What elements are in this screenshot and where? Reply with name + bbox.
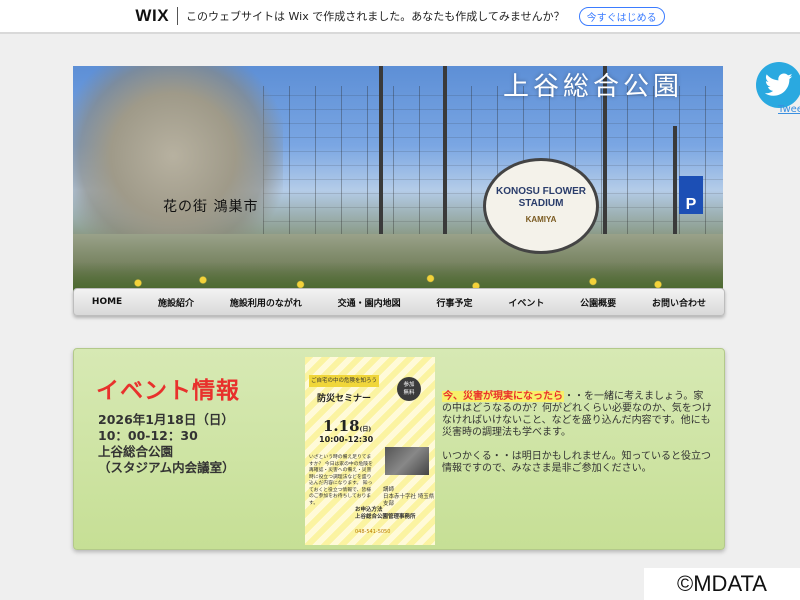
flyer-lecturer-label: 講師 — [383, 487, 395, 493]
event-details: 2026年1月18日（日） 10：00-12：30 上谷総合公園 （スタジアム内… — [98, 412, 235, 476]
nav-home[interactable]: HOME — [88, 297, 126, 307]
event-highlight: 今、災害が現実になったら — [442, 391, 564, 402]
flyer-photo — [385, 447, 429, 475]
nav-usage-flow[interactable]: 施設利用のながれ — [226, 296, 306, 309]
flyer-body: いざという時の備え足りてますか？ 今日は家の中の危険を再確認・災害への備え・災害… — [309, 455, 373, 506]
flyer-banner: ご自宅の中の危険を知ろう — [309, 375, 379, 387]
tweet-link[interactable]: Tweet — [778, 104, 800, 115]
event-flyer[interactable]: ご自宅の中の危険を知ろう 防災セミナー 参加無料 1.18(日) 10:00-1… — [305, 357, 435, 545]
flyer-apply-label: お申込方法 — [355, 507, 383, 513]
flyer-phone: 048-541-5050 — [355, 529, 391, 535]
park-title: 上谷総合公園 — [502, 72, 683, 102]
event-desc-p2: いつかくる・・は明日かもしれません。知っていると役立つ情報ですので、みなさま是非… — [442, 451, 711, 474]
copyright-badge: ©MDATA — [644, 568, 800, 600]
flyer-date-number: 1.18 — [323, 417, 360, 435]
event-date: 2026年1月18日（日） — [98, 412, 234, 427]
flyer-free-badge: 参加 無料 — [397, 377, 421, 401]
nav-contact[interactable]: お問い合わせ — [648, 296, 710, 309]
flyer-title: 防災セミナー — [317, 394, 372, 404]
hero-pole — [443, 66, 447, 246]
main-nav: HOME 施設紹介 施設利用のながれ 交通・園内地図 行事予定 イベント 公園概… — [73, 288, 725, 316]
nav-access-map[interactable]: 交通・園内地図 — [334, 296, 405, 309]
event-heading: イベント情報 — [96, 378, 240, 404]
flyer-badge-line2: 無料 — [403, 390, 415, 396]
stadium-sign-line2: STADIUM — [518, 198, 564, 209]
flyer-day: (日) — [359, 426, 372, 433]
event-time: 10：00-12：30 — [98, 428, 198, 443]
wix-logo[interactable]: WIX — [135, 6, 169, 26]
flyer-time: 10:00-12:30 — [319, 435, 374, 444]
hero-image: KONOSU FLOWER STADIUM KAMIYA P 上谷総合公園 花の… — [73, 66, 723, 292]
stadium-sign-line1: KONOSU FLOWER — [496, 186, 586, 197]
flyer-apply-text: 上谷総合公園管理事務所 — [355, 514, 416, 520]
hero-pole — [379, 66, 383, 246]
event-room: （スタジアム内会議室） — [98, 460, 235, 475]
flyer-apply: お申込方法 上谷総合公園管理事務所 — [355, 507, 416, 521]
event-description: 今、災害が現実になったら・・を一緒に考えましょう。家の中はどうなるのか？何がどれ… — [442, 391, 712, 487]
wix-banner-message: このウェブサイトは Wix で作成されました。あなたも作成してみませんか？ — [186, 10, 565, 23]
stadium-sign-sponsor: KAMIYA — [525, 215, 557, 224]
flyer-lecturer-name: 日本赤十字社 埼玉県支部 — [383, 494, 435, 507]
flyer-lecturer: 講師 日本赤十字社 埼玉県支部 — [383, 487, 435, 508]
wix-divider — [177, 7, 179, 25]
twitter-widget[interactable]: Tweet — [756, 62, 800, 122]
flyer-badge-line1: 参加 — [403, 382, 415, 388]
flyer-date: 1.18(日) — [323, 417, 371, 435]
city-tagline: 花の街 鴻巣市 — [163, 199, 259, 215]
parking-sign: P — [679, 176, 703, 214]
wix-banner: WIX このウェブサイトは Wix で作成されました。あなたも作成してみませんか… — [0, 0, 800, 34]
nav-schedule[interactable]: 行事予定 — [433, 296, 477, 309]
twitter-bird-icon[interactable] — [756, 62, 800, 108]
event-card: イベント情報 2026年1月18日（日） 10：00-12：30 上谷総合公園 … — [73, 348, 725, 550]
nav-events[interactable]: イベント — [504, 296, 548, 309]
nav-facilities[interactable]: 施設紹介 — [154, 296, 198, 309]
wix-start-button[interactable]: 今すぐはじめる — [578, 6, 665, 26]
stadium-sign: KONOSU FLOWER STADIUM KAMIYA — [483, 158, 599, 254]
event-venue: 上谷総合公園 — [98, 444, 174, 459]
nav-park-overview[interactable]: 公園概要 — [576, 296, 620, 309]
